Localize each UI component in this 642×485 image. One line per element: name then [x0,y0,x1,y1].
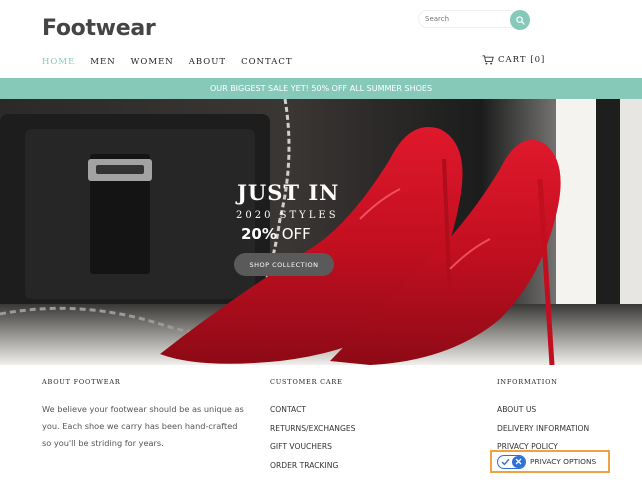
footer-customer-care-column: CUSTOMER CARE CONTACT RETURNS/EXCHANGES … [270,378,355,475]
footer-information-column: INFORMATION ABOUT US DELIVERY INFORMATIO… [497,378,589,457]
footer-link-delivery-information[interactable]: DELIVERY INFORMATION [497,420,589,439]
nav-item-men[interactable]: MEN [90,57,115,67]
footer-about-column: ABOUT FOOTWEAR We believe your footwear … [42,378,262,452]
footer-link-gift-vouchers[interactable]: GIFT VOUCHERS [270,438,355,457]
privacy-options-link[interactable]: PRIVACY OPTIONS [490,450,610,473]
nav-item-about[interactable]: ABOUT [189,57,226,67]
footer-link-returns[interactable]: RETURNS/EXCHANGES [270,420,355,439]
nav-item-contact[interactable]: CONTACT [241,57,292,67]
nav-item-home[interactable]: HOME [42,57,75,67]
hero-offer-text: OFF [281,225,311,243]
footer-link-contact[interactable]: CONTACT [270,401,355,420]
cart-link[interactable]: CART [0] [482,55,545,65]
hero-offer-percent: 20% [241,225,277,243]
hero-section: JUST IN 2020 STYLES 20% OFF SHOP COLLECT… [0,99,642,365]
main-nav: HOME MEN WOMEN ABOUT CONTACT [42,57,308,67]
footer-about-line: We believe your footwear should be as un… [42,404,244,414]
search-icon [515,15,525,25]
cart-icon [482,55,494,65]
footer-about-line: so you'll be striding for years. [42,438,164,448]
privacy-options-label: PRIVACY OPTIONS [530,457,597,466]
hero-title: JUST IN [237,180,340,205]
close-icon [512,455,525,468]
footer-link-about-us[interactable]: ABOUT US [497,401,589,420]
check-icon [498,456,512,468]
promo-banner[interactable]: OUR BIGGEST SALE YET! 50% OFF ALL SUMMER… [0,78,642,99]
nav-item-women[interactable]: WOMEN [131,57,174,67]
footer-link-order-tracking[interactable]: ORDER TRACKING [270,457,355,476]
footer-information-heading: INFORMATION [497,378,558,386]
promo-banner-text: OUR BIGGEST SALE YET! 50% OFF ALL SUMMER… [209,84,433,93]
search-button[interactable] [510,10,530,30]
footer-about-text: We believe your footwear should be as un… [42,401,262,452]
footer-about-heading: ABOUT FOOTWEAR [42,378,121,386]
search-bar [418,10,530,30]
hero-offer: 20% OFF [241,225,311,243]
brand-logo[interactable]: Footwear [42,16,156,41]
hero-image [0,99,642,365]
privacy-toggle[interactable] [497,454,526,469]
footer-about-line: you. Each shoe we carry has been hand-cr… [42,421,238,431]
footer-customer-care-heading: CUSTOMER CARE [270,378,343,386]
cart-label: CART [0] [498,55,546,65]
hero-subtitle: 2020 STYLES [236,210,339,221]
shop-collection-button[interactable]: SHOP COLLECTION [234,253,334,276]
search-input[interactable] [418,10,518,28]
